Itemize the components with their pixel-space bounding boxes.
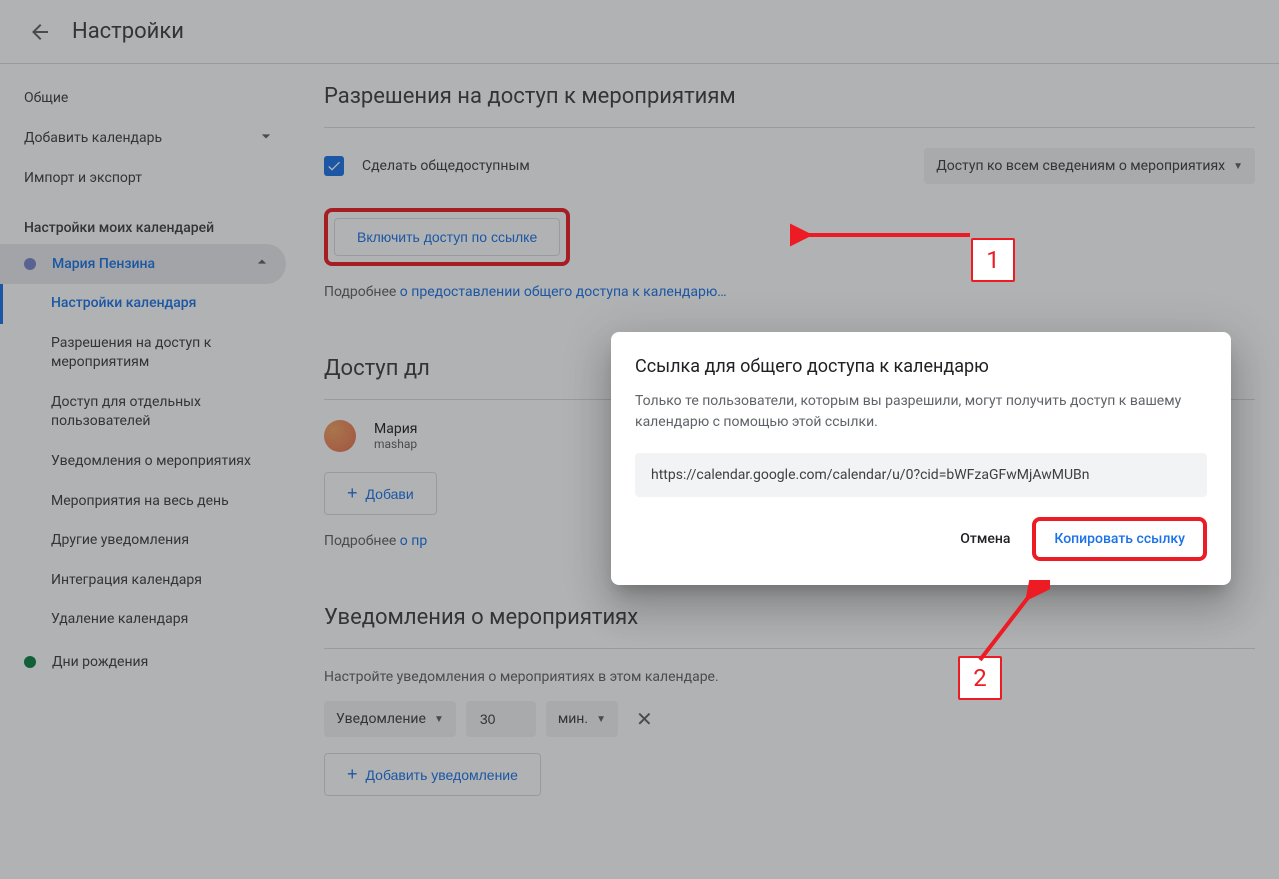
sidebar-sub-notifications[interactable]: Уведомления о мероприятиях — [0, 442, 300, 482]
sidebar-sub-permissions[interactable]: Разрешения на доступ к мероприятиям — [0, 324, 300, 383]
back-button[interactable] — [20, 12, 60, 52]
access-level-dropdown[interactable]: Доступ ко всем сведениям о мероприятиях … — [924, 148, 1255, 184]
chevron-up-icon — [252, 252, 272, 276]
dialog-description: Только те пользователи, которым вы разре… — [635, 391, 1207, 433]
settings-header: Настройки — [0, 0, 1279, 64]
notification-unit-text: мин. — [558, 711, 588, 727]
helper-prefix: Подробнее — [324, 284, 400, 300]
access-level-text: Доступ ко всем сведениям о мероприятиях — [936, 158, 1225, 174]
sidebar-calendar-maria[interactable]: Мария Пензина — [0, 244, 286, 284]
divider — [324, 648, 1255, 649]
annotation-marker-1: 1 — [971, 238, 1015, 282]
sidebar-calendar-birthdays[interactable]: Дни рождения — [0, 646, 286, 678]
notification-unit-select[interactable]: мин. ▼ — [546, 701, 618, 737]
sidebar-add-calendar-label: Добавить календарь — [24, 130, 162, 146]
permissions-learn-more-link[interactable]: о предоставлении общего доступа к календ… — [400, 284, 727, 300]
arrow-left-icon — [28, 20, 52, 44]
add-notification-label: Добавить уведомление — [366, 767, 518, 783]
sidebar-sub-settings[interactable]: Настройки календаря — [0, 284, 300, 324]
triangle-down-icon: ▼ — [1233, 161, 1243, 172]
calendar-name-label: Дни рождения — [52, 654, 272, 670]
public-checkbox[interactable] — [324, 156, 344, 176]
helper-prefix: Подробнее — [324, 533, 400, 549]
user-email: mashap — [374, 437, 417, 451]
sidebar-sub-allday[interactable]: Мероприятия на весь день — [0, 482, 300, 522]
notification-type-text: Уведомление — [336, 711, 426, 727]
triangle-down-icon: ▼ — [434, 714, 444, 725]
plus-icon: + — [347, 483, 358, 504]
add-user-button[interactable]: + Добави — [324, 472, 437, 515]
sidebar-sub-other-notif[interactable]: Другие уведомления — [0, 521, 300, 561]
sidebar-add-calendar[interactable]: Добавить календарь — [0, 116, 300, 160]
share-link-dialog: Ссылка для общего доступа к календарю То… — [611, 332, 1231, 585]
dialog-actions: Отмена Копировать ссылку — [635, 517, 1207, 561]
share-link-button[interactable]: Включить доступ по ссылке — [334, 218, 560, 256]
user-name: Мария — [374, 421, 417, 437]
notifications-title: Уведомления о мероприятиях — [324, 605, 1255, 630]
dialog-copy-button[interactable]: Копировать ссылку — [1040, 523, 1199, 555]
sidebar-section-my-calendars: Настройки моих календарей — [0, 196, 300, 244]
add-notification-button[interactable]: + Добавить уведомление — [324, 753, 541, 796]
notification-type-select[interactable]: Уведомление ▼ — [324, 701, 456, 737]
section-permissions: Разрешения на доступ к мероприятиям Сдел… — [324, 84, 1255, 300]
divider — [324, 127, 1255, 128]
notification-row: Уведомление ▼ мин. ▼ ✕ — [324, 701, 1255, 737]
individual-learn-more-link[interactable]: о пр — [400, 533, 427, 549]
public-label: Сделать общедоступным — [362, 158, 530, 174]
sidebar-sub-individual[interactable]: Доступ для отдельных пользователей — [0, 383, 300, 442]
add-user-label: Добави — [366, 486, 414, 502]
plus-icon: + — [347, 764, 358, 785]
triangle-down-icon: ▼ — [596, 714, 606, 725]
permissions-title: Разрешения на доступ к мероприятиям — [324, 84, 1255, 109]
calendar-color-dot — [24, 258, 36, 270]
annotation-marker-2: 2 — [958, 656, 1002, 700]
calendar-color-dot — [24, 656, 36, 668]
annotation-highlight-2: Копировать ссылку — [1032, 517, 1207, 561]
sidebar: Общие Добавить календарь Импорт и экспор… — [0, 64, 300, 879]
remove-notification-button[interactable]: ✕ — [628, 707, 661, 731]
share-link-label: Включить доступ по ссылке — [357, 229, 537, 245]
sidebar-import-export[interactable]: Импорт и экспорт — [0, 160, 300, 196]
page-title: Настройки — [72, 19, 184, 44]
user-avatar — [324, 420, 356, 452]
dialog-title: Ссылка для общего доступа к календарю — [635, 356, 1207, 377]
share-url-field[interactable]: https://calendar.google.com/calendar/u/0… — [635, 453, 1207, 497]
annotation-highlight-1: Включить доступ по ссылке — [324, 208, 570, 266]
permissions-helper: Подробнее о предоставлении общего доступ… — [324, 284, 1255, 300]
sidebar-general[interactable]: Общие — [0, 80, 300, 116]
public-checkbox-row: Сделать общедоступным Доступ ко всем све… — [324, 148, 1255, 184]
check-icon — [326, 158, 342, 174]
calendar-name-label: Мария Пензина — [52, 256, 252, 272]
section-notifications: Уведомления о мероприятиях Настройте уве… — [324, 605, 1255, 796]
sidebar-sub-integration[interactable]: Интеграция календаря — [0, 561, 300, 601]
notifications-subtitle: Настройте уведомления о мероприятиях в э… — [324, 669, 1255, 685]
sidebar-sub-delete[interactable]: Удаление календаря — [0, 600, 300, 640]
dialog-cancel-button[interactable]: Отмена — [946, 523, 1024, 555]
notification-value-input[interactable] — [466, 701, 536, 737]
chevron-down-icon — [256, 126, 276, 150]
